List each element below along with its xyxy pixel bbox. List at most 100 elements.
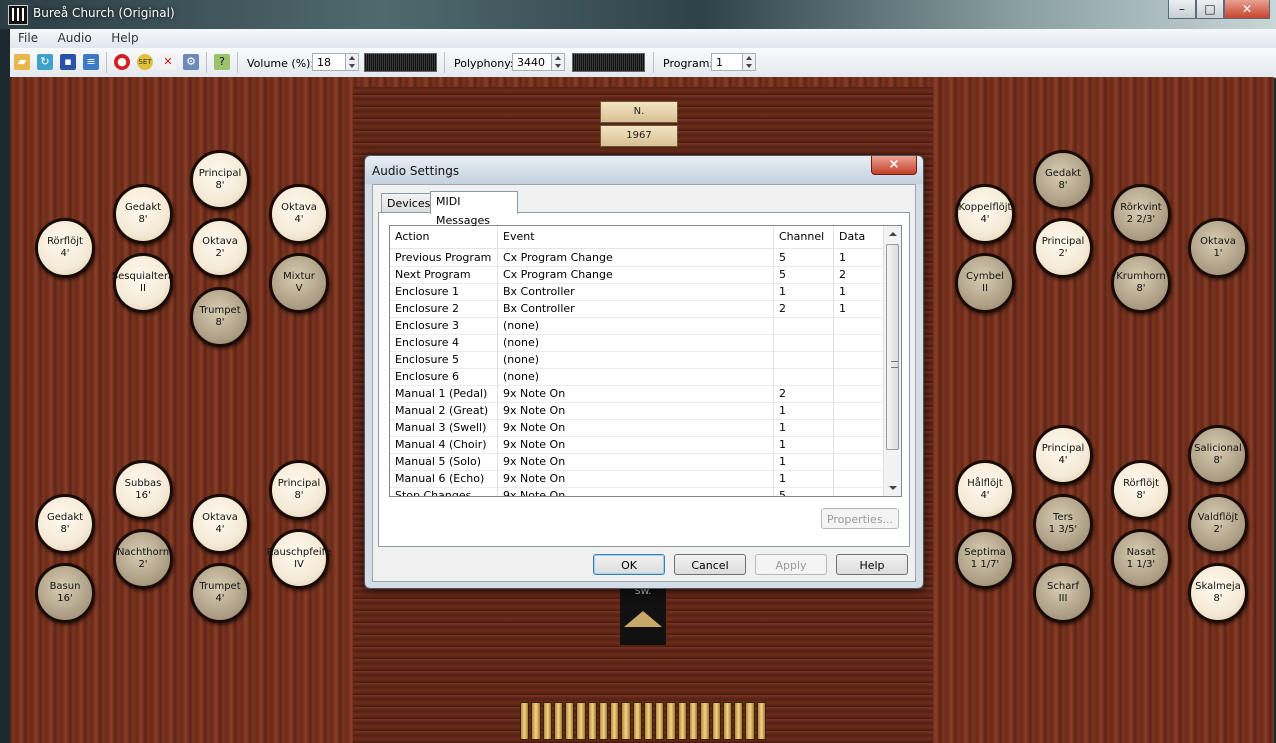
program-spinner[interactable] xyxy=(742,53,756,71)
menu-help[interactable]: Help xyxy=(103,29,146,45)
stop-knob[interactable]: Scharf III xyxy=(1033,563,1093,623)
save-icon[interactable]: ▪ xyxy=(60,54,76,70)
stop-knob[interactable]: Nachthorn 2' xyxy=(113,529,173,589)
stop-knob[interactable]: Sesquialtera II xyxy=(112,253,174,313)
properties-button[interactable]: Properties... xyxy=(821,508,899,529)
piston[interactable] xyxy=(711,702,721,740)
table-row[interactable]: Enclosure 1 Bx Controller 1 1 xyxy=(390,283,883,301)
table-row[interactable]: Enclosure 6 (none) xyxy=(390,368,883,386)
stop-knob[interactable]: Ters 1 3/5' xyxy=(1033,494,1093,554)
cancel-icon[interactable]: ✕ xyxy=(160,54,176,70)
table-row[interactable]: Manual 4 (Choir) 9x Note On 1 xyxy=(390,436,883,454)
piston[interactable] xyxy=(688,702,699,740)
piston[interactable] xyxy=(745,702,755,740)
table-row[interactable]: Enclosure 5 (none) xyxy=(390,351,883,369)
piston[interactable] xyxy=(553,702,564,740)
list-scrollbar[interactable] xyxy=(883,226,901,496)
piston[interactable] xyxy=(621,702,631,740)
stop-knob[interactable]: Mixtur V xyxy=(269,253,329,313)
menu-audio[interactable]: Audio xyxy=(50,29,100,45)
stop-knob[interactable]: Rörflöjt 8' xyxy=(1111,460,1171,520)
stop-knob[interactable]: Valdflöjt 2' xyxy=(1188,494,1248,554)
stop-knob[interactable]: Principal 8' xyxy=(190,150,250,210)
program-field[interactable]: 1 xyxy=(711,53,743,71)
table-row[interactable]: Enclosure 2 Bx Controller 2 1 xyxy=(390,300,883,318)
piston[interactable] xyxy=(520,702,530,740)
open-folder-icon[interactable]: ▰ xyxy=(14,54,30,70)
piston[interactable] xyxy=(666,702,676,740)
settings-icon[interactable]: ⚙ xyxy=(183,54,199,70)
table-row[interactable]: Manual 5 (Solo) 9x Note On 1 xyxy=(390,453,883,471)
table-row[interactable]: Manual 3 (Swell) 9x Note On 1 xyxy=(390,419,883,437)
help-button[interactable]: Help xyxy=(836,554,908,575)
scroll-thumb[interactable] xyxy=(886,244,899,450)
midi-messages-list[interactable]: Action Event Channel Data Previous Progr… xyxy=(389,225,902,497)
piston[interactable] xyxy=(632,702,642,740)
volume-field[interactable]: 18 xyxy=(312,53,346,71)
maximize-button[interactable]: □ xyxy=(1196,0,1224,19)
volume-spinner[interactable] xyxy=(345,53,359,71)
stop-knob[interactable]: Nasat 1 1/3' xyxy=(1111,529,1171,589)
stop-knob[interactable]: Cymbel II xyxy=(955,253,1015,313)
stop-knob[interactable]: Rörflöjt 4' xyxy=(35,218,95,278)
stop-knob[interactable]: Basun 16' xyxy=(35,563,95,623)
stop-knob[interactable]: Gedakt 8' xyxy=(113,184,173,244)
scroll-down-icon[interactable] xyxy=(889,486,897,490)
table-row[interactable]: Previous Program Cx Program Change 5 1 xyxy=(390,249,883,267)
stop-knob[interactable]: Principal 8' xyxy=(269,460,329,520)
menu-file[interactable]: File xyxy=(10,29,46,45)
column-channel[interactable]: Channel xyxy=(774,226,834,248)
stop-knob[interactable]: Septima 1 1/7' xyxy=(955,529,1015,589)
piston[interactable] xyxy=(610,702,620,740)
set-icon[interactable]: SET xyxy=(137,54,153,70)
stop-knob[interactable]: Principal 4' xyxy=(1033,425,1093,485)
stop-knob[interactable]: Oktava 4' xyxy=(190,494,250,554)
stop-knob[interactable]: Oktava 4' xyxy=(269,184,329,244)
dialog-close-button[interactable]: × xyxy=(871,156,917,175)
polyphony-spinner[interactable] xyxy=(551,53,565,71)
piston[interactable] xyxy=(565,702,575,740)
tab-midi-messages[interactable]: MIDI Messages xyxy=(430,191,518,227)
stop-knob[interactable]: Salicional 8' xyxy=(1188,425,1248,485)
stop-knob[interactable]: Gedakt 8' xyxy=(35,494,95,554)
stop-knob[interactable]: Oktava 1' xyxy=(1188,218,1248,278)
piston[interactable] xyxy=(722,702,733,740)
stop-knob[interactable]: Skalmeja 8' xyxy=(1188,563,1248,623)
tab-devices[interactable]: Devices xyxy=(381,193,434,213)
stop-knob[interactable]: Trumpet 4' xyxy=(190,563,250,623)
dialog-titlebar[interactable]: Audio Settings × xyxy=(365,156,923,184)
stop-knob[interactable]: Oktava 2' xyxy=(190,218,250,278)
help-icon[interactable]: ? xyxy=(214,54,230,70)
minimize-button[interactable]: – xyxy=(1168,0,1196,19)
table-row[interactable]: Manual 6 (Echo) 9x Note On 1 xyxy=(390,470,883,488)
piston[interactable] xyxy=(542,702,552,740)
ok-button[interactable]: OK xyxy=(593,554,665,575)
table-row[interactable]: Next Program Cx Program Change 5 2 xyxy=(390,266,883,284)
piston[interactable] xyxy=(700,702,710,740)
stop-knob[interactable]: Subbas 16' xyxy=(113,460,173,520)
column-event[interactable]: Event xyxy=(498,226,774,248)
piston[interactable] xyxy=(587,702,597,740)
stop-knob[interactable]: Trumpet 8' xyxy=(190,287,250,347)
piston[interactable] xyxy=(531,702,541,740)
piston[interactable] xyxy=(643,702,654,740)
piston[interactable] xyxy=(677,702,687,740)
scroll-up-icon[interactable] xyxy=(889,232,897,236)
piston[interactable] xyxy=(598,702,609,740)
stop-knob[interactable]: Hålflöjt 4' xyxy=(955,460,1015,520)
stop-knob[interactable]: Koppelflöjt 4' xyxy=(955,184,1015,244)
stop-knob[interactable]: Rauschpfeife IV xyxy=(267,529,331,589)
polyphony-field[interactable]: 3440 xyxy=(512,53,552,71)
table-row[interactable]: Stop Changes 9x Note On 5 xyxy=(390,487,883,496)
piston[interactable] xyxy=(576,702,586,740)
stop-knob[interactable]: Principal 2' xyxy=(1033,218,1093,278)
apply-button[interactable]: Apply xyxy=(755,554,827,575)
column-data[interactable]: Data xyxy=(834,226,883,248)
stop-knob[interactable]: Krumhorn 8' xyxy=(1111,253,1171,313)
piston[interactable] xyxy=(655,702,665,740)
stop-knob[interactable]: Rörkvint 2 2/3' xyxy=(1111,184,1171,244)
piston[interactable] xyxy=(734,702,744,740)
stop-knob[interactable]: Gedakt 8' xyxy=(1033,150,1093,210)
close-button[interactable]: ✕ xyxy=(1224,0,1270,19)
piston[interactable] xyxy=(756,702,766,740)
